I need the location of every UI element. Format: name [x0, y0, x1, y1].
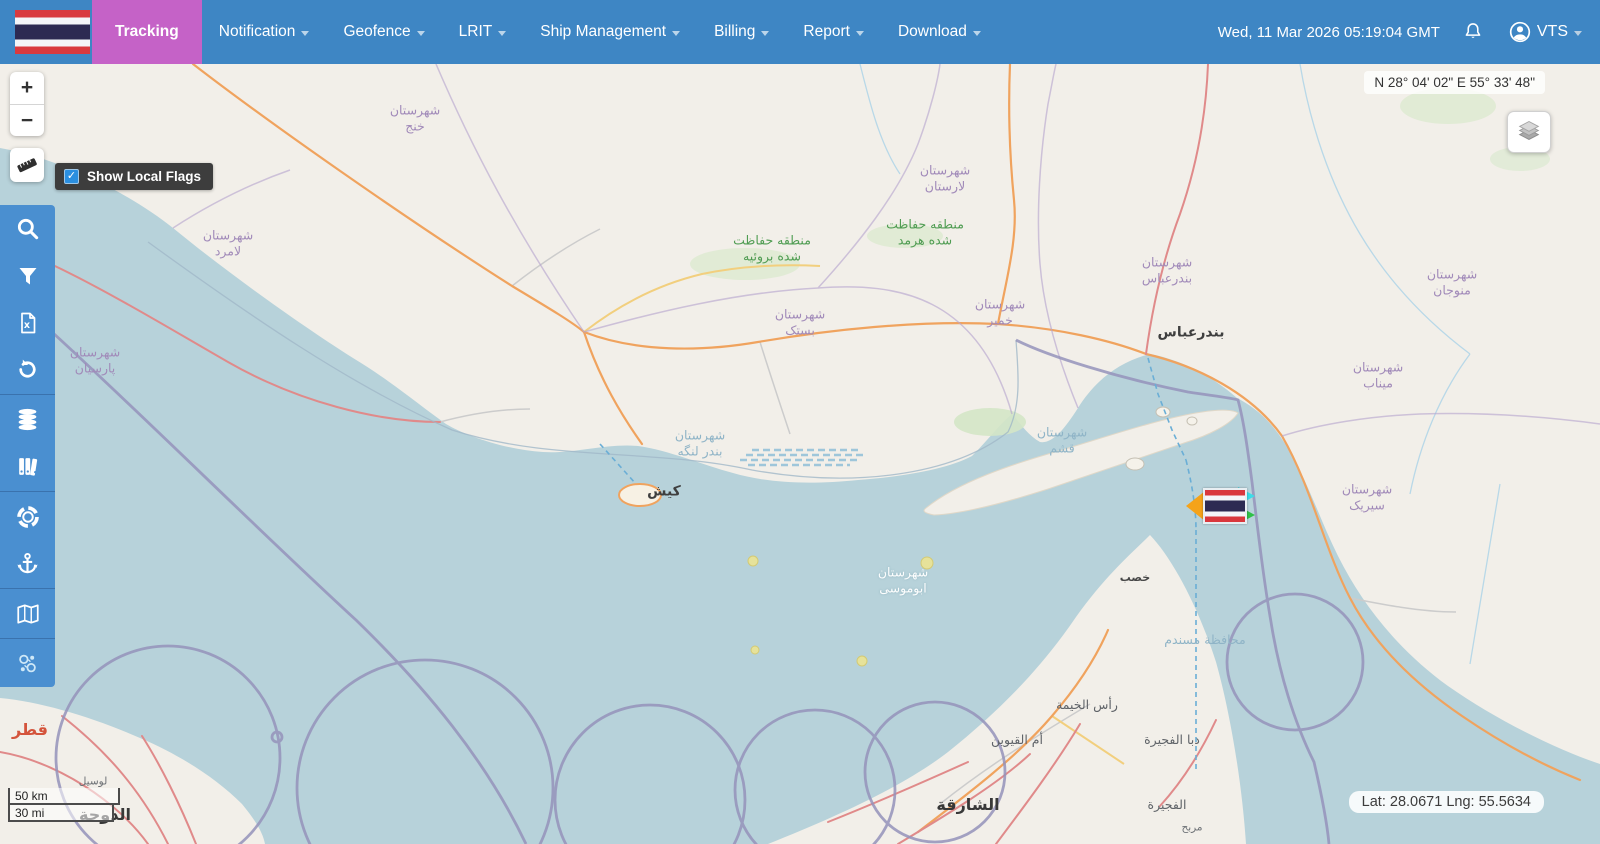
- nav-menu-item-label: Report: [803, 23, 850, 41]
- vessel-flag-thailand: [1203, 488, 1247, 524]
- show-local-flags-toggle[interactable]: ✓ Show Local Flags: [55, 163, 213, 190]
- layer-switcher-button[interactable]: [1507, 111, 1551, 153]
- cursor-latlng-display: Lat: 28.0671 Lng: 55.5634: [1349, 791, 1544, 813]
- chevron-down-icon: [672, 31, 680, 36]
- thailand-flag-logo: [15, 10, 90, 54]
- toolbar-divider: [0, 588, 55, 589]
- chevron-down-icon: [761, 31, 769, 36]
- mouse-coordinates-display: N 28° 04' 02" E 55° 33' 48": [1364, 71, 1545, 94]
- nav-menu-item-label: Ship Management: [540, 23, 666, 41]
- export-excel-button[interactable]: x: [0, 299, 55, 346]
- user-menu[interactable]: VTS: [1508, 20, 1582, 44]
- scale-control: 50 km 30 mi: [8, 788, 120, 822]
- main-menu: Tracking Notification Geofence LRIT Ship…: [92, 0, 998, 64]
- refresh-tool-button[interactable]: [0, 346, 55, 393]
- nav-menu-item-label: Billing: [714, 23, 755, 41]
- cluster-tool-button[interactable]: [0, 640, 55, 687]
- anchor-ports-button[interactable]: [0, 540, 55, 587]
- toolbar-divider: [0, 638, 55, 639]
- life-ring-icon: [15, 504, 41, 530]
- nav-menu-item[interactable]: Notification: [202, 0, 327, 64]
- chevron-down-icon: [301, 31, 309, 36]
- chevron-down-icon: [973, 31, 981, 36]
- database-layers-button[interactable]: [0, 396, 55, 443]
- nav-menu-item-label: LRIT: [459, 23, 493, 41]
- excel-file-icon: x: [16, 311, 40, 335]
- nav-menu-item[interactable]: LRIT: [442, 0, 524, 64]
- archive-books-icon: [15, 454, 40, 479]
- anchor-icon: [15, 551, 40, 576]
- toolbar-divider: [0, 394, 55, 395]
- nav-menu-item[interactable]: Report: [786, 0, 881, 64]
- filter-icon: [16, 264, 40, 288]
- zoom-out-button[interactable]: −: [10, 104, 44, 136]
- search-icon: [15, 216, 41, 242]
- zoom-control: + −: [10, 72, 44, 136]
- measure-tool-button[interactable]: [10, 148, 44, 182]
- folded-map-icon: [15, 601, 41, 627]
- clock-utc-datetime: Wed, 11 Mar 2026 05:19:04 GMT: [1218, 24, 1440, 41]
- archive-tool-button[interactable]: [0, 443, 55, 490]
- nav-menu-item-label: Notification: [219, 23, 296, 41]
- scale-mi: 30 mi: [8, 805, 114, 822]
- chevron-down-icon: [856, 31, 864, 36]
- show-local-flags-label: Show Local Flags: [87, 169, 201, 184]
- nav-menu-item-label: Geofence: [343, 23, 410, 41]
- toolbar-divider: [0, 491, 55, 492]
- nav-menu-item-label: Download: [898, 23, 967, 41]
- map-view-button[interactable]: [0, 590, 55, 637]
- refresh-icon: [15, 357, 40, 382]
- svg-text:x: x: [23, 320, 29, 331]
- layers-icon: [1515, 118, 1543, 146]
- filter-tool-button[interactable]: [0, 252, 55, 299]
- life-ring-button[interactable]: [0, 493, 55, 540]
- show-local-flags-checkbox[interactable]: ✓: [64, 169, 79, 184]
- chevron-down-icon: [498, 31, 506, 36]
- nav-menu-item[interactable]: Download: [881, 0, 998, 64]
- chevron-down-icon: [417, 31, 425, 36]
- scale-km: 50 km: [8, 788, 120, 805]
- map-toolbar: x: [0, 205, 55, 687]
- nav-menu-item-label: Tracking: [115, 23, 179, 41]
- top-navbar: Tracking Notification Geofence LRIT Ship…: [0, 0, 1600, 64]
- user-avatar-icon: [1508, 20, 1532, 44]
- database-icon: [15, 407, 40, 432]
- zoom-in-button[interactable]: +: [10, 72, 44, 104]
- nav-menu-item[interactable]: Tracking: [92, 0, 202, 64]
- notifications-bell-icon[interactable]: [1462, 21, 1484, 43]
- chevron-down-icon: [1574, 31, 1582, 36]
- vessel-marker-thailand[interactable]: [1186, 486, 1260, 526]
- nav-menu-item[interactable]: Geofence: [326, 0, 441, 64]
- ruler-icon: [14, 152, 40, 178]
- search-tool-button[interactable]: [0, 205, 55, 252]
- map-canvas[interactable]: شهرستان خنجشهرستان لامردشهرستان پارسیانش…: [0, 64, 1600, 844]
- navbar-right: Wed, 11 Mar 2026 05:19:04 GMT VTS: [1218, 20, 1600, 44]
- basemap-tiles: [0, 64, 1600, 844]
- nav-menu-item[interactable]: Ship Management: [523, 0, 697, 64]
- nav-menu-item[interactable]: Billing: [697, 0, 786, 64]
- user-menu-label: VTS: [1537, 23, 1568, 41]
- cluster-icon: [15, 651, 40, 676]
